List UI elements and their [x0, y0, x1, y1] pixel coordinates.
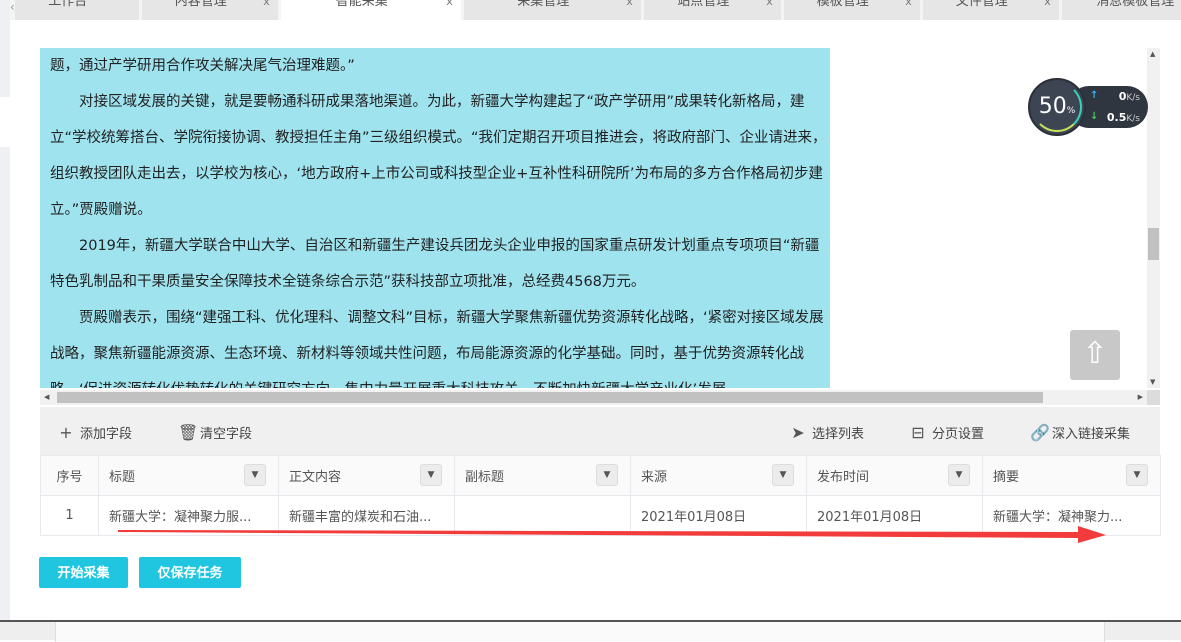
vertical-scrollbar[interactable]: ▲ ▼	[1147, 48, 1160, 388]
pagination-icon: ⊟	[911, 423, 925, 442]
close-icon[interactable]: x	[1044, 0, 1051, 12]
tab-label: 内容管理	[174, 0, 227, 9]
article-content-highlighted[interactable]: 题，通过产学研用合作攻关解决尾气治理难题。” 对接区域发展的关键，就是要畅通科研…	[40, 48, 830, 388]
tab-4[interactable]: 站点管理 x	[643, 0, 781, 20]
tab-label: 文件管理	[955, 0, 1008, 9]
tab-bar: ‹ 工作台 内容管理 x 智能采集 x 采集管理 x 站点管理 x 模板管理 x 文件管理 x 消息模板管…	[10, 0, 1181, 20]
close-icon[interactable]: x	[905, 0, 912, 12]
trash-icon: 🗑	[178, 423, 199, 442]
page-preview: 题，通过产学研用合作攻关解决尾气治理难题。” 对接区域发展的关键，就是要畅通科研…	[40, 48, 1160, 388]
column-header: 序号	[40, 455, 99, 496]
tab-7[interactable]: 消息模板管理x	[1061, 0, 1181, 20]
column-header: 副标题 ▼	[454, 455, 631, 496]
article-paragraph: 对接区域发展的关键，就是要畅通科研成果落地渠道。为此，新疆大学构建起了“政产学研…	[50, 94, 827, 218]
deep-link-collect-button[interactable]: 🔗 深入链接采集	[1030, 423, 1130, 442]
column-dropdown-icon[interactable]: ▼	[1126, 464, 1148, 486]
article-paragraph: 2019年，新疆大学联合中山大学、自治区和新疆生产建设兵团龙头企业申报的国家重点…	[50, 238, 820, 290]
column-header: 发布时间 ▼	[806, 455, 983, 496]
tab-label: 智能采集	[335, 0, 388, 9]
red-arrow-annotation	[118, 526, 1106, 543]
tab-0[interactable]: 工作台	[14, 0, 139, 20]
left-sidebar-edge	[0, 0, 10, 620]
column-dropdown-icon[interactable]: ▼	[596, 464, 618, 486]
upload-arrow-icon: ↑	[1090, 90, 1099, 101]
clear-fields-button[interactable]: 🗑 清空字段	[178, 423, 252, 442]
column-dropdown-icon[interactable]: ▼	[948, 464, 970, 486]
tab-3[interactable]: 采集管理 x	[463, 0, 641, 20]
save-task-only-button[interactable]: 仅保存任务	[139, 557, 241, 588]
start-collect-button[interactable]: 开始采集	[39, 557, 128, 588]
tab-label: 工作台	[48, 0, 88, 9]
add-field-button[interactable]: + 添加字段	[58, 423, 132, 442]
bottom-window-edge	[0, 620, 1181, 642]
tab-label: 模板管理	[816, 0, 869, 9]
column-header: 标题 ▼	[98, 455, 279, 496]
tab-label: 站点管理	[677, 0, 730, 9]
download-arrow-icon: ↓	[1090, 111, 1099, 122]
tab-2[interactable]: 智能采集 x	[280, 0, 461, 20]
back-to-top-button[interactable]: ⇧	[1070, 330, 1120, 380]
close-icon[interactable]: x	[766, 0, 773, 12]
pagination-settings-button[interactable]: ⊟ 分页设置	[910, 423, 984, 442]
cursor-icon: ➤	[791, 423, 805, 442]
select-list-button[interactable]: ➤ 选择列表	[790, 423, 864, 442]
column-header: 来源 ▼	[630, 455, 807, 496]
column-dropdown-icon[interactable]: ▼	[244, 464, 266, 486]
close-icon[interactable]: x	[626, 0, 633, 12]
plus-icon: +	[59, 423, 73, 442]
field-toolbar: + 添加字段 🗑 清空字段 ➤ 选择列表 ⊟ 分页设置 🔗 深入链接采集	[40, 407, 1160, 455]
close-icon[interactable]: x	[263, 0, 270, 12]
column-dropdown-icon[interactable]: ▼	[772, 464, 794, 486]
arrow-up-icon: ⇧	[1082, 336, 1108, 371]
tab-1[interactable]: 内容管理 x	[141, 0, 278, 20]
tab-6[interactable]: 文件管理 x	[922, 0, 1059, 20]
fields-table: 序号 标题 ▼ 正文内容 ▼ 副标题 ▼ 来源 ▼ 发布时间 ▼ 摘要 ▼ 1 新疆大学：凝神聚力服...…	[40, 455, 1161, 536]
horizontal-scrollbar[interactable]: ◀ ▶	[40, 390, 1147, 405]
tab-label: 消息模板管理	[1096, 0, 1175, 9]
article-paragraph: 题，通过产学研用合作攻关解决尾气治理难题。”	[50, 58, 355, 74]
article-paragraph: 贾殿赠表示，围绕“建强工科、优化理科、调整文科”目标，新疆大学聚焦新疆优势资源转…	[50, 310, 824, 388]
close-icon[interactable]: x	[446, 0, 453, 12]
network-speed-widget[interactable]: ↑ 0K/s ↓ 0.5K/s 50%	[1028, 78, 1148, 136]
column-header: 摘要 ▼	[982, 455, 1161, 496]
table-cell: 1	[40, 495, 99, 536]
link-icon: 🔗	[1030, 423, 1050, 442]
tab-5[interactable]: 模板管理 x	[783, 0, 920, 20]
column-dropdown-icon[interactable]: ▼	[420, 464, 442, 486]
column-header: 正文内容 ▼	[278, 455, 455, 496]
tab-label: 采集管理	[517, 0, 570, 9]
